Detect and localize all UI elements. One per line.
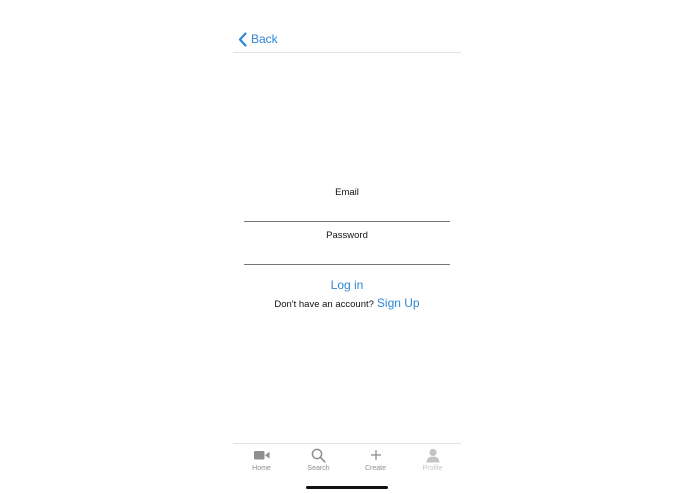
navigation-bar: Back	[233, 0, 461, 53]
signup-prompt: Don't have an account?	[274, 299, 374, 310]
back-label: Back	[251, 32, 278, 46]
email-field[interactable]	[244, 201, 450, 222]
login-button[interactable]: Log in	[233, 278, 461, 292]
tab-create-label: Create	[364, 465, 386, 472]
tab-home[interactable]: Home	[233, 444, 290, 494]
search-icon	[311, 447, 326, 463]
plus-icon	[370, 447, 382, 463]
email-label: Email	[335, 187, 359, 198]
app-screen: Back Email Password Log in Don't have an…	[233, 0, 461, 494]
chevron-left-icon	[238, 31, 247, 47]
signup-row: Don't have an account? Sign Up	[233, 296, 461, 310]
back-button[interactable]: Back	[238, 31, 278, 47]
home-indicator	[306, 486, 388, 489]
signup-link[interactable]: Sign Up	[377, 296, 420, 310]
tab-search-label: Search	[307, 465, 330, 472]
password-field[interactable]	[244, 244, 450, 265]
video-camera-icon	[253, 447, 270, 463]
tab-profile[interactable]: Profile	[404, 444, 461, 494]
tab-home-label: Home	[252, 465, 271, 472]
tab-profile-label: Profile	[422, 465, 443, 472]
person-icon	[426, 447, 440, 463]
password-label: Password	[326, 230, 368, 241]
